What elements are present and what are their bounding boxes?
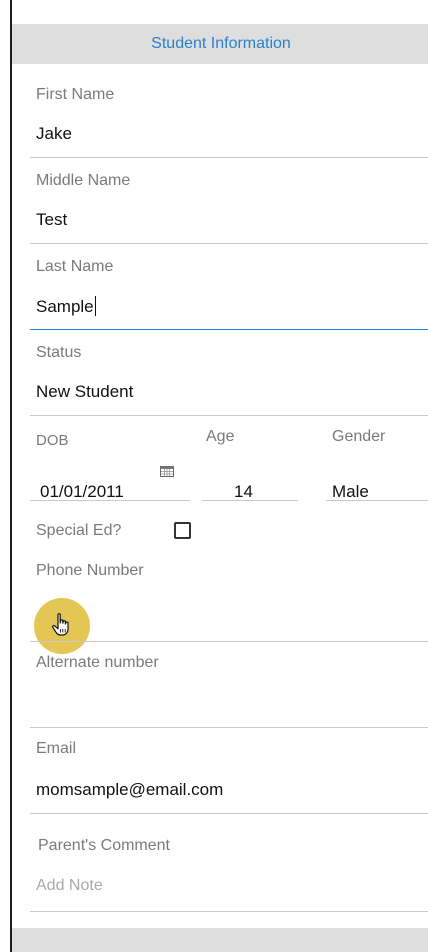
- comment-input[interactable]: Add Note: [36, 877, 103, 895]
- dob-input[interactable]: 01/01/2011: [40, 482, 124, 502]
- footer-bar: [12, 928, 428, 952]
- status-underline: [30, 415, 428, 416]
- special-ed-checkbox[interactable]: [174, 522, 191, 539]
- alternate-underline: [30, 727, 428, 728]
- calendar-icon[interactable]: [160, 466, 174, 477]
- gender-input[interactable]: Male: [332, 482, 369, 502]
- status-label: Status: [36, 344, 82, 361]
- last-name-label: Last Name: [36, 258, 114, 275]
- student-form: Student Information First Name Jake Midd…: [10, 0, 428, 952]
- gender-label: Gender: [332, 428, 386, 445]
- email-input[interactable]: momsample@email.com: [36, 780, 223, 800]
- middle-name-label: Middle Name: [36, 172, 131, 189]
- form-header: Student Information: [12, 24, 428, 64]
- age-underline: [202, 500, 298, 501]
- first-name-input[interactable]: Jake: [36, 124, 72, 144]
- email-label: Email: [36, 740, 77, 757]
- middle-name-underline: [30, 243, 428, 244]
- alternate-label: Alternate number: [36, 654, 159, 671]
- gender-underline: [326, 500, 428, 501]
- age-label: Age: [206, 428, 235, 445]
- form-title: Student Information: [151, 35, 291, 52]
- dob-label: DOB: [36, 432, 69, 449]
- phone-underline: [30, 641, 428, 642]
- dob-underline: [30, 500, 190, 501]
- text-caret: [94, 296, 96, 316]
- special-ed-label: Special Ed?: [36, 522, 122, 539]
- last-name-input[interactable]: Sample: [36, 296, 96, 317]
- last-name-underline: [30, 329, 428, 330]
- first-name-label: First Name: [36, 86, 115, 103]
- comment-underline: [30, 911, 428, 912]
- hand-pointer-icon: [52, 613, 69, 636]
- age-input[interactable]: 14: [234, 482, 253, 502]
- email-underline: [30, 813, 428, 814]
- status-input[interactable]: New Student: [36, 382, 133, 402]
- first-name-underline: [30, 157, 428, 158]
- last-name-value: Sample: [36, 297, 94, 316]
- phone-label: Phone Number: [36, 562, 144, 579]
- comment-label: Parent's Comment: [38, 837, 170, 854]
- middle-name-input[interactable]: Test: [36, 210, 67, 230]
